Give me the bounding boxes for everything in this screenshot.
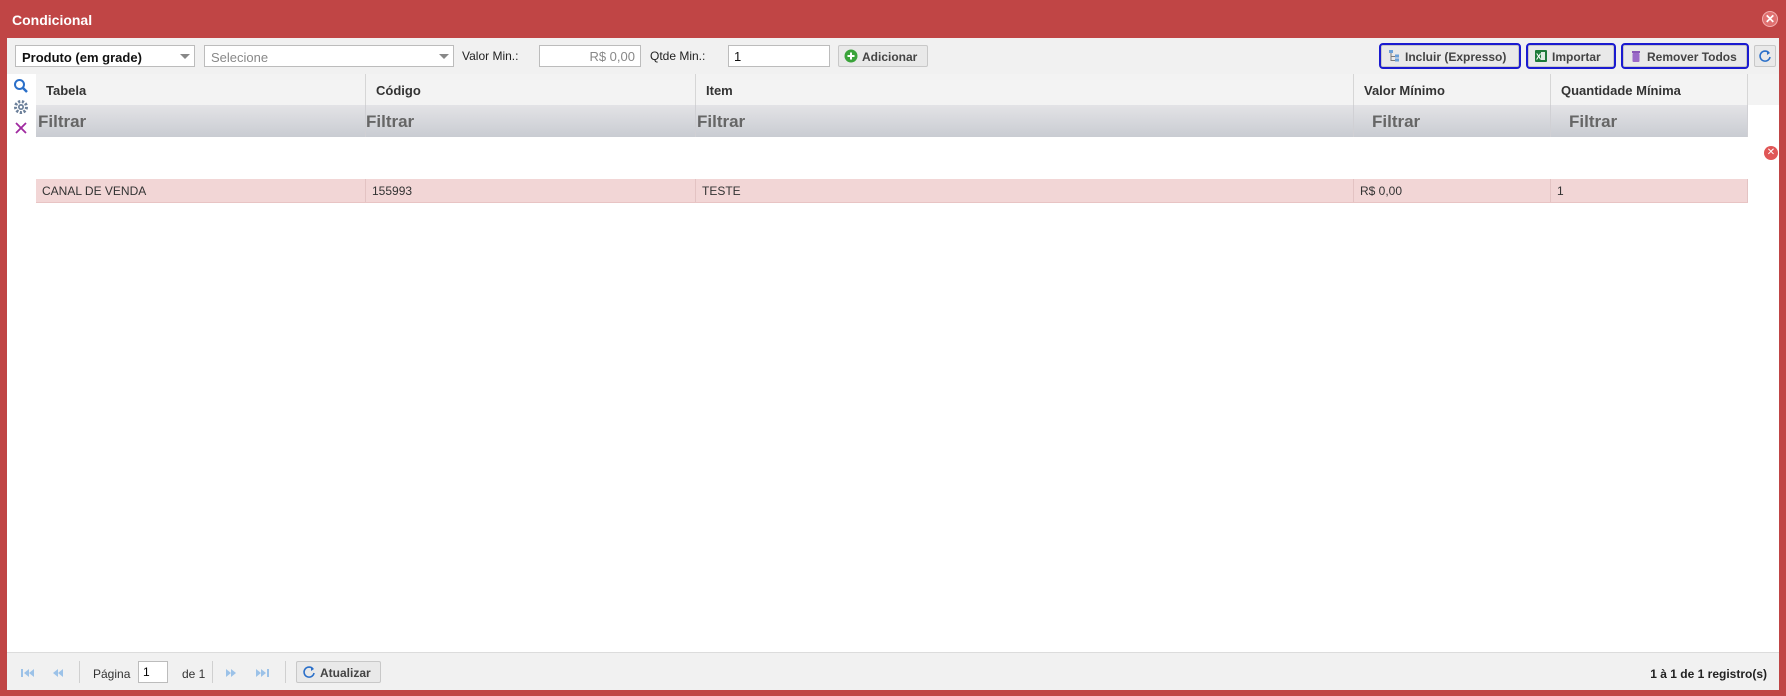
- tree-icon: [1389, 50, 1399, 62]
- last-page-icon[interactable]: [253, 666, 273, 680]
- search-icon[interactable]: [13, 78, 29, 94]
- atualizar-button[interactable]: Atualizar: [296, 661, 381, 683]
- plus-circle-icon: [844, 49, 858, 63]
- next-page-icon[interactable]: [221, 666, 241, 680]
- window-body: Produto (em grade) Selecione Valor Min.:…: [7, 38, 1779, 690]
- qtde-min-label: Qtde Min.:: [650, 49, 706, 63]
- column-header-codigo[interactable]: Código: [366, 74, 696, 105]
- pager-separator: [285, 661, 286, 683]
- remover-todos-button[interactable]: Remover Todos: [1621, 43, 1749, 69]
- column-header-quantidade-minima[interactable]: Quantidade Mínima: [1551, 74, 1748, 105]
- records-info: 1 à 1 de 1 registro(s): [1650, 667, 1767, 681]
- delete-row-icon[interactable]: ✕: [1764, 146, 1778, 160]
- valor-min-input[interactable]: [539, 45, 641, 67]
- table-row[interactable]: CANAL DE VENDA 155993 TESTE R$ 0,00 1: [36, 179, 1748, 203]
- cell-codigo: 155993: [366, 179, 696, 202]
- close-icon[interactable]: ✕: [1762, 11, 1778, 27]
- filter-codigo[interactable]: Filtrar: [366, 105, 696, 137]
- grid-header: Tabela Código Item Valor Mínimo Quantida…: [36, 74, 1779, 105]
- incluir-expresso-button[interactable]: Incluir (Expresso): [1379, 43, 1521, 69]
- add-button-label: Adicionar: [862, 50, 918, 64]
- atualizar-label: Atualizar: [320, 666, 371, 680]
- importar-label: Importar: [1552, 50, 1601, 64]
- window-title: Condicional: [12, 12, 93, 28]
- filter-tabela[interactable]: Filtrar: [36, 105, 366, 137]
- gear-icon[interactable]: [13, 99, 29, 115]
- cell-valor-minimo: R$ 0,00: [1354, 179, 1551, 202]
- pager-separator: [212, 661, 213, 683]
- grid-side-tools: [13, 78, 31, 141]
- cell-tabela: CANAL DE VENDA: [36, 179, 366, 202]
- column-header-item[interactable]: Item: [696, 74, 1354, 105]
- filter-quantidade-minima[interactable]: Filtrar: [1551, 105, 1748, 137]
- importar-button[interactable]: X Importar: [1526, 43, 1616, 69]
- item-select[interactable]: Selecione: [204, 45, 454, 67]
- page-input[interactable]: [138, 661, 168, 683]
- filter-row: Filtrar Filtrar Filtrar Filtrar Filtrar: [36, 105, 1748, 137]
- clear-filter-icon[interactable]: [13, 120, 29, 136]
- type-select-value: Produto (em grade): [22, 50, 142, 65]
- first-page-icon[interactable]: [17, 666, 37, 680]
- qtde-min-input[interactable]: [728, 45, 830, 67]
- condicional-window: Condicional ✕ Produto (em grade) Selecio…: [0, 0, 1786, 696]
- column-header-valor-minimo[interactable]: Valor Mínimo: [1354, 74, 1551, 105]
- filter-item[interactable]: Filtrar: [696, 105, 1354, 137]
- page-total-label: de 1: [182, 667, 206, 681]
- valor-min-label: Valor Min.:: [462, 49, 519, 63]
- title-bar: Condicional ✕: [0, 0, 1786, 38]
- refresh-icon: [303, 666, 315, 678]
- page-label: Página: [93, 667, 131, 681]
- remover-todos-label: Remover Todos: [1647, 50, 1737, 64]
- pager: Página de 1 Atualizar 1 à 1 de 1 registr…: [7, 652, 1779, 690]
- refresh-icon: [1759, 50, 1771, 62]
- pager-separator: [79, 661, 80, 683]
- chevron-down-icon: [180, 54, 190, 59]
- filter-valor-minimo[interactable]: Filtrar: [1354, 105, 1551, 137]
- cell-item: TESTE: [696, 179, 1354, 202]
- type-select[interactable]: Produto (em grade): [15, 45, 195, 67]
- item-select-placeholder: Selecione: [211, 50, 269, 65]
- incluir-expresso-label: Incluir (Expresso): [1405, 50, 1507, 64]
- refresh-button[interactable]: [1754, 45, 1776, 67]
- trash-icon: [1632, 51, 1640, 62]
- svg-text:X: X: [1536, 53, 1542, 62]
- chevron-down-icon: [439, 54, 449, 59]
- add-button[interactable]: Adicionar: [838, 45, 928, 67]
- column-header-tabela[interactable]: Tabela: [36, 74, 366, 105]
- excel-icon: X: [1535, 50, 1547, 62]
- previous-page-icon[interactable]: [48, 666, 68, 680]
- cell-quantidade-minima: 1: [1551, 179, 1748, 202]
- toolbar: Produto (em grade) Selecione Valor Min.:…: [7, 38, 1779, 74]
